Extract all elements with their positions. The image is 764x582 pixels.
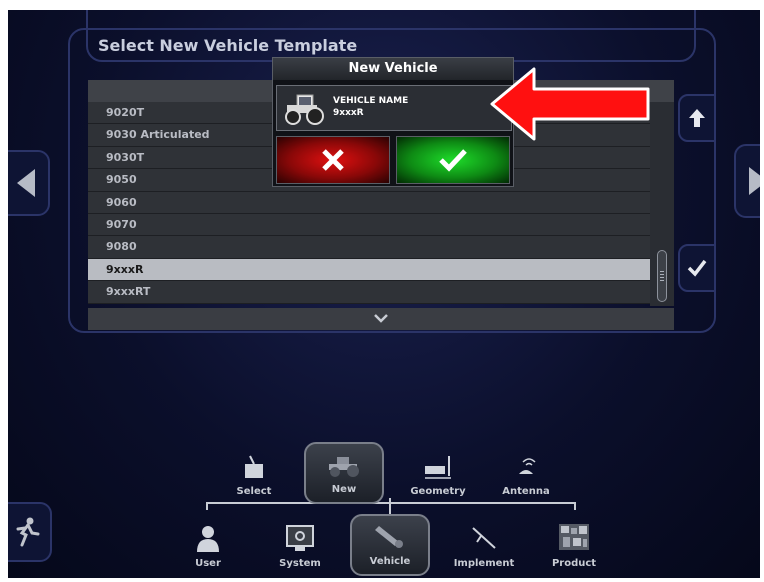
screen: Select New Vehicle Template 9020T 9030 A… xyxy=(8,10,760,578)
nav-connector xyxy=(206,502,208,510)
scroll-down-button[interactable] xyxy=(88,308,674,330)
vehicle-name-label: VEHICLE NAME xyxy=(333,96,409,106)
nav-new[interactable]: New xyxy=(304,442,384,504)
new-tractor-icon xyxy=(329,457,359,477)
previous-page-button[interactable] xyxy=(8,150,50,216)
nav-connector xyxy=(574,502,576,510)
nav-user[interactable]: User xyxy=(168,518,248,578)
vehicle-name-value: 9xxxR xyxy=(333,108,364,118)
exit-button[interactable] xyxy=(8,502,52,562)
next-page-button[interactable] xyxy=(734,144,760,218)
tractor-icon xyxy=(285,94,324,125)
running-person-icon xyxy=(16,517,40,547)
list-item[interactable]: 9xxxRT xyxy=(88,281,650,304)
nav-implement[interactable]: Implement xyxy=(444,518,524,578)
nav-product-label: Product xyxy=(551,558,597,569)
scrollbar-thumb[interactable] xyxy=(657,250,667,302)
nav-implement-label: Implement xyxy=(453,558,515,569)
implement-icon xyxy=(472,527,496,549)
red-arrow-icon xyxy=(490,67,650,141)
nav-antenna[interactable]: Antenna xyxy=(486,446,566,508)
arrow-up-icon xyxy=(689,109,705,127)
cancel-button[interactable] xyxy=(276,136,390,184)
nav-select-label: Select xyxy=(236,486,272,497)
triangle-left-icon xyxy=(17,169,35,197)
page-title: Select New Vehicle Template xyxy=(98,36,358,55)
list-item-selected[interactable]: 9xxxR xyxy=(88,258,650,282)
nav-geometry[interactable]: Geometry xyxy=(398,446,478,508)
antenna-icon xyxy=(519,458,536,474)
close-icon xyxy=(322,149,344,171)
list-item[interactable]: 9060 xyxy=(88,191,650,214)
nav-vehicle[interactable]: Vehicle xyxy=(350,514,430,576)
select-icon xyxy=(245,455,263,478)
nav-vehicle-label: Vehicle xyxy=(369,556,411,567)
list-item[interactable]: 9070 xyxy=(88,213,650,237)
product-icon xyxy=(559,524,589,550)
scroll-up-button[interactable] xyxy=(678,94,716,142)
geometry-icon xyxy=(425,456,451,479)
dialog-title: New Vehicle xyxy=(273,58,513,80)
checkmark-icon xyxy=(439,149,467,172)
checkmark-icon xyxy=(687,259,707,277)
chevron-down-icon xyxy=(374,314,388,323)
new-vehicle-dialog: New Vehicle VEHICLE NAME 9xxxR xyxy=(272,57,514,187)
accept-template-button[interactable] xyxy=(678,244,716,292)
list-item[interactable]: 9080 xyxy=(88,236,650,259)
vehicle-name-field[interactable]: VEHICLE NAME 9xxxR xyxy=(276,85,512,131)
nav-system-label: System xyxy=(279,558,321,569)
nav-antenna-label: Antenna xyxy=(502,486,550,497)
nav-system[interactable]: System xyxy=(260,518,340,578)
nav-user-label: User xyxy=(195,558,221,569)
vehicle-icon xyxy=(375,526,403,548)
nav-select[interactable]: Select xyxy=(214,446,294,508)
nav-geometry-label: Geometry xyxy=(410,486,466,497)
nav-product[interactable]: Product xyxy=(534,518,614,578)
triangle-right-icon xyxy=(749,167,760,195)
nav-new-label: New xyxy=(331,484,357,495)
user-icon xyxy=(197,526,219,552)
confirm-button[interactable] xyxy=(396,136,510,184)
system-icon xyxy=(286,525,314,551)
